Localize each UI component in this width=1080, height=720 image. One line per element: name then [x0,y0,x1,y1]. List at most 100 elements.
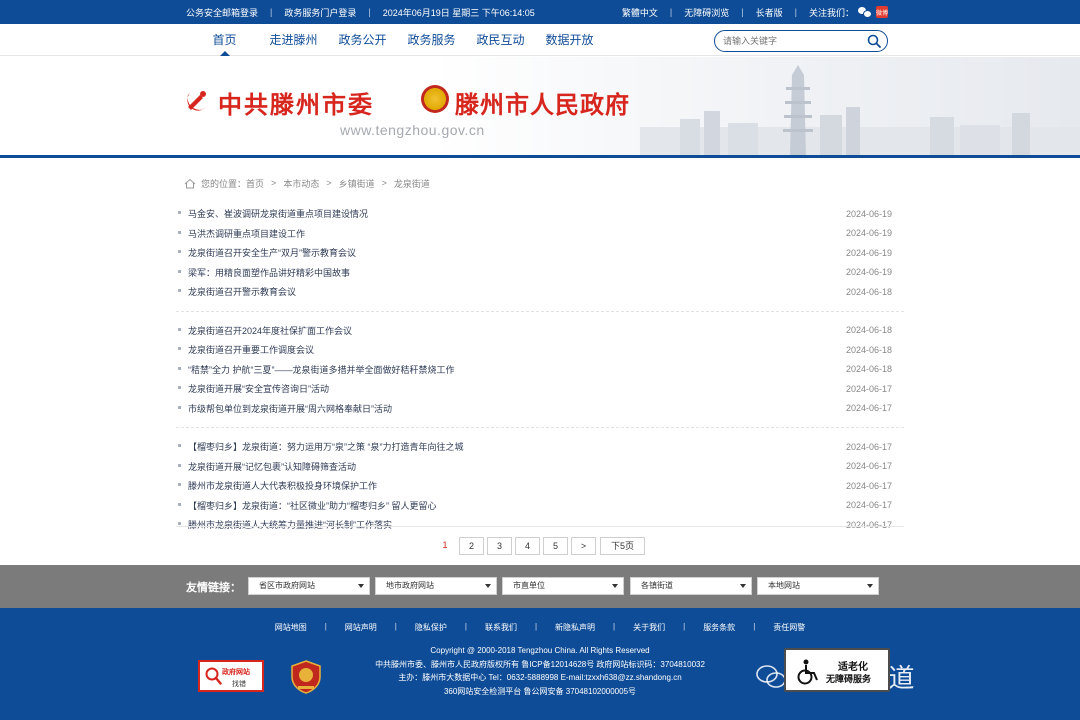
weibo-icon[interactable]: 微博 [876,6,888,18]
article-title[interactable]: “秸禁”全力 护航“三夏”——龙泉街道多措并举全面做好秸秆禁烧工作 [178,363,455,376]
party-gov-badge-icon[interactable] [290,660,322,694]
article-title[interactable]: 龙泉街道召开安全生产“双月”警示教育会议 [178,246,356,259]
divider: | [534,622,538,631]
select-local-sites[interactable]: 本地网站 [757,577,879,595]
national-emblem-icon [421,85,449,113]
nav-item-data-open[interactable]: 数据开放 [535,24,604,56]
article-date: 2024-06-17 [845,519,892,530]
list-item[interactable]: 龙泉街道召开重要工作调度会议 2024-06-18 [177,340,892,360]
skyline-illustration [640,65,1080,156]
breadcrumb-city-news[interactable]: 本市动态 [283,177,319,190]
footer-link-statement[interactable]: 网站声明 [345,622,377,633]
wechat-icon[interactable] [858,7,872,18]
article-title[interactable]: 市级帮包单位到龙泉街道开展“周六网格奉献日”活动 [178,402,392,415]
article-title[interactable]: 龙泉街道召开重要工作调度会议 [177,343,314,356]
list-item[interactable]: 梁军：用精良面塑作品讲好精彩中国故事 2024-06-19 [177,263,892,283]
nav-item-interaction[interactable]: 政民互动 [466,24,535,56]
datetime: 2024年06月19日 星期三 下午06:14:05 [382,7,535,18]
footer-link-contact[interactable]: 联系我们 [485,622,517,633]
article-title[interactable]: 龙泉街道开展“安全宣传咨询日”活动 [178,382,329,395]
nav-item-home[interactable]: 首页 [190,24,259,56]
article-title[interactable]: 龙泉街道召开2024年度社保扩面工作会议 [177,324,352,337]
article-title[interactable]: 龙泉街道召开警示教育会议 [177,285,296,298]
divider: | [794,7,797,17]
page-2[interactable]: 2 [459,537,484,555]
security-text: 360网站安全检测平台 鲁公网安备 37048102000005号 [443,686,637,696]
article-date: 2024-06-19 [845,247,892,258]
friendly-links-bar: 友情链接： 省区市政府网站 地市政府网站 市直单位 各镇街道 本地网站 [0,565,1080,608]
footer-link-about[interactable]: 关于我们 [633,622,665,633]
article-title[interactable]: 马金安、崔波调研龙泉街道重点项目建设情况 [177,207,368,220]
list-item[interactable]: 滕州市龙泉街道人大代表积极投身环境保护工作 2024-06-17 [177,476,892,496]
accessible-browse-link[interactable]: 无障碍浏览 [684,6,729,19]
list-item[interactable]: 龙泉街道召开安全生产“双月”警示教育会议 2024-06-19 [178,243,892,263]
next-page-button[interactable]: > [571,537,596,555]
search-input[interactable] [723,33,863,49]
article-title[interactable]: 马洪杰调研重点项目建设工作 [177,227,305,240]
page-4[interactable]: 4 [515,537,540,555]
list-item[interactable]: 龙泉街道开展“记忆包裹”认知障碍筛查活动 2024-06-17 [178,457,892,477]
article-date: 2024-06-17 [845,461,892,472]
top-bar-left: 公务安全邮箱登录 | 政务服务门户登录 | 2024年06月19日 星期三 下午… [186,0,535,24]
list-item[interactable]: 龙泉街道召开2024年度社保扩面工作会议 2024-06-18 [177,321,892,341]
select-value: 各镇街道 [641,581,673,590]
nav-item-gov-open[interactable]: 政务公开 [328,24,397,56]
footer-link-police[interactable]: 责任网警 [773,622,805,633]
article-title[interactable]: 梁军：用精良面塑作品讲好精彩中国故事 [177,266,350,279]
elder-version-link[interactable]: 长者版 [756,6,783,19]
article-title[interactable]: 【榴枣归乡】龙泉街道：努力运用万“泉”之策 “泉”力打造青年向往之城 [178,440,464,453]
article-date: 2024-06-18 [845,286,892,297]
list-item[interactable]: “秸禁”全力 护航“三夏”——龙泉街道多措并举全面做好秸秆禁烧工作 2024-06… [178,360,892,380]
page-1[interactable]: 1 [434,537,456,555]
article-date: 2024-06-19 [845,228,892,239]
article-date: 2024-06-19 [845,208,892,219]
elder-accessibility-button[interactable]: 适老化 无障碍服务 [784,648,890,692]
copyright-text: Copyright @ 2000-2018 Tengzhou China. Al… [430,646,650,655]
portal-login-link[interactable]: 政务服务门户登录 [284,6,356,19]
website-error-report-badge[interactable]: 政府网站 找错 [198,660,264,692]
list-item[interactable]: 市级帮包单位到龙泉街道开展“周六网格奉献日”活动 2024-06-17 [178,399,892,419]
list-item[interactable]: 龙泉街道召开警示教育会议 2024-06-18 [177,282,892,302]
select-city-sites[interactable]: 地市政府网站 [375,577,497,595]
article-title[interactable]: 【榴枣归乡】龙泉街道：“社区微业”助力“榴枣归乡” 留人更留心 [178,499,437,512]
list-item[interactable]: 【榴枣归乡】龙泉街道：努力运用万“泉”之策 “泉”力打造青年向往之城 2024-0… [178,437,892,457]
article-title[interactable]: 滕州市龙泉街道人大代表积极投身环境保护工作 [177,479,377,492]
footer-link-terms[interactable]: 服务条款 [703,622,735,633]
select-city-units[interactable]: 市直单位 [502,577,624,595]
footer-link-new-privacy[interactable]: 新隐私声明 [555,622,595,633]
accessibility-line2: 无障碍服务 [826,674,872,684]
footer-link-privacy[interactable]: 隐私保护 [415,622,447,633]
chevron-down-icon [612,584,618,588]
page-5[interactable]: 5 [543,537,568,555]
divider: | [753,622,756,631]
divider: | [613,622,616,631]
breadcrumb-separator: > [271,178,277,188]
select-province-sites[interactable]: 省区市政府网站 [248,577,370,595]
footer-link-sitemap[interactable]: 网站地图 [275,622,307,633]
accessibility-line1: 适老化 [838,662,868,673]
article-title[interactable]: 滕州市龙泉街道人大统筹力量推进“河长制”工作落实 [178,518,392,531]
list-bottom-divider [176,526,904,527]
search-icon[interactable] [867,34,881,48]
article-title[interactable]: 龙泉街道开展“记忆包裹”认知障碍筛查活动 [178,460,356,473]
mail-login-link[interactable]: 公务安全邮箱登录 [186,6,258,19]
breadcrumb-towns[interactable]: 乡镇街道 [339,177,375,190]
divider: | [669,7,673,17]
traditional-chinese-link[interactable]: 繁體中文 [622,6,658,19]
list-item[interactable]: 马金安、崔波调研龙泉街道重点项目建设情况 2024-06-19 [177,204,892,224]
select-towns[interactable]: 各镇街道 [630,577,752,595]
list-item[interactable]: 滕州市龙泉街道人大统筹力量推进“河长制”工作落实 2024-06-17 [178,515,892,535]
next-5-pages-button[interactable]: 下5页 [600,537,645,555]
chevron-down-icon [485,584,491,588]
list-item[interactable]: 【榴枣归乡】龙泉街道：“社区微业”助力“榴枣归乡” 留人更留心 2024-06-1… [178,496,892,516]
breadcrumb-current[interactable]: 龙泉街道 [394,177,430,190]
list-item[interactable]: 马洪杰调研重点项目建设工作 2024-06-19 [177,224,892,244]
list-item[interactable]: 龙泉街道开展“安全宣传咨询日”活动 2024-06-17 [178,379,892,399]
top-bar: 公务安全邮箱登录 | 政务服务门户登录 | 2024年06月19日 星期三 下午… [0,0,1080,24]
friendly-links-label: 友情链接： [186,582,241,594]
divider: | [683,622,686,631]
nav-item-about[interactable]: 走进滕州 [259,24,328,56]
page-3[interactable]: 3 [487,537,512,555]
nav-item-gov-service[interactable]: 政务服务 [397,24,466,56]
breadcrumb-home[interactable]: 首页 [246,177,264,190]
